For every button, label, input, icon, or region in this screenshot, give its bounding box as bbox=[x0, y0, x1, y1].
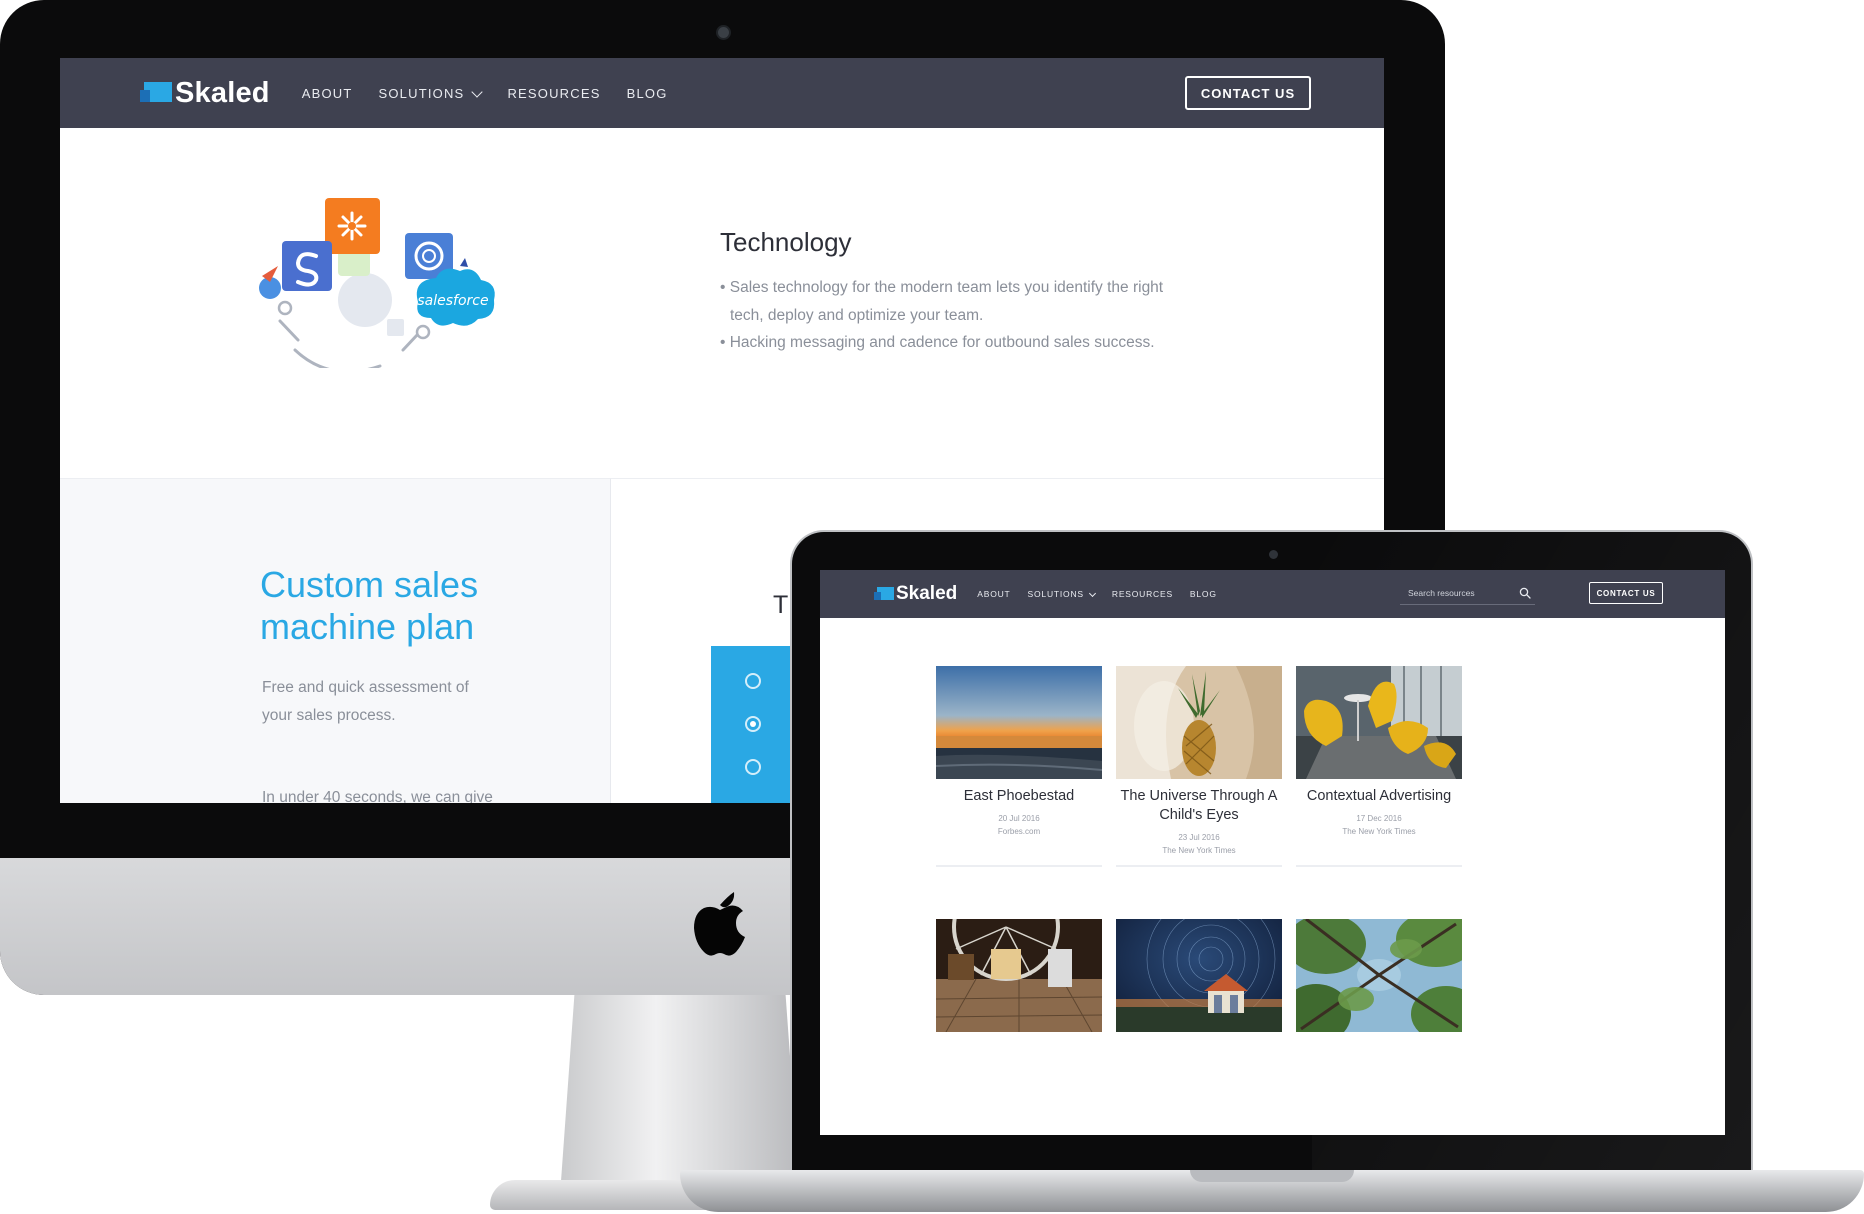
chevron-down-icon bbox=[471, 85, 484, 98]
card-date: 23 Jul 2016 bbox=[1178, 833, 1220, 842]
card-image-gazebo-night bbox=[1116, 919, 1282, 1032]
macbook-opening-notch bbox=[1190, 1170, 1354, 1182]
search-box bbox=[1400, 582, 1535, 605]
macbook-base bbox=[680, 1170, 1864, 1212]
technology-illustration: salesforce bbox=[259, 198, 495, 368]
card-source: The New York Times bbox=[1162, 846, 1236, 855]
skaled-logo-icon bbox=[874, 587, 894, 601]
nav-blog[interactable]: BLOG bbox=[627, 86, 668, 101]
card-date: 20 Jul 2016 bbox=[998, 814, 1040, 823]
salesforce-text: salesforce bbox=[417, 293, 488, 309]
plan-description-2: In under 40 seconds, we can give you a q… bbox=[262, 789, 493, 803]
skaled-logo[interactable]: Skaled bbox=[874, 583, 957, 605]
macbook-screen: Skaled ABOUT SOLUTIONS RESOURCES BLOG CO… bbox=[820, 570, 1725, 1135]
nav-solutions[interactable]: SOLUTIONS bbox=[378, 85, 484, 101]
card-source: The New York Times bbox=[1342, 827, 1416, 836]
logo-text: Skaled bbox=[175, 76, 270, 109]
nav-links: ABOUT SOLUTIONS RESOURCES BLOG bbox=[302, 86, 694, 101]
card-image-yellow-chairs bbox=[1296, 666, 1462, 779]
card-divider bbox=[936, 865, 1102, 867]
quiz-option-radio[interactable] bbox=[745, 673, 761, 689]
search-input[interactable] bbox=[1400, 588, 1518, 598]
plan-title: Custom sales machine plan bbox=[260, 564, 479, 647]
logo-text: Skaled bbox=[896, 583, 958, 604]
technology-bullet: • Hacking messaging and cadence for outb… bbox=[720, 334, 1155, 351]
card-divider bbox=[1296, 865, 1462, 867]
card-image-tree-canopy bbox=[1296, 919, 1462, 1032]
technology-bullet: • Sales technology for the modern team l… bbox=[720, 279, 1164, 324]
card-image-sunset-beach bbox=[936, 666, 1102, 779]
card-title: The Universe Through A Child's Eyes bbox=[1120, 788, 1278, 823]
card-title: East Phoebestad bbox=[963, 788, 1075, 804]
nav-resources[interactable]: RESOURCES bbox=[1112, 589, 1173, 599]
macbook-camera bbox=[1269, 550, 1278, 559]
imac-stand-neck bbox=[560, 995, 800, 1195]
nav-blog[interactable]: BLOG bbox=[1190, 589, 1217, 599]
nav-about[interactable]: ABOUT bbox=[977, 589, 1010, 599]
resource-card[interactable] bbox=[1296, 919, 1462, 1032]
macbook-lid: Skaled ABOUT SOLUTIONS RESOURCES BLOG CO… bbox=[790, 530, 1753, 1170]
quiz-option-radio[interactable] bbox=[745, 759, 761, 775]
technology-title: Technology bbox=[720, 227, 852, 257]
apple-logo-icon bbox=[694, 892, 745, 956]
nav-solutions[interactable]: SOLUTIONS bbox=[1027, 589, 1096, 599]
skaled-logo-icon bbox=[140, 82, 172, 104]
nav-solutions-label: SOLUTIONS bbox=[1027, 589, 1084, 599]
search-icon[interactable] bbox=[1519, 587, 1531, 599]
quiz-heading: T bbox=[773, 591, 789, 619]
card-image-pineapple-sand bbox=[1116, 666, 1282, 779]
resources-nav: Skaled ABOUT SOLUTIONS RESOURCES BLOG CO… bbox=[820, 570, 1725, 618]
custom-plan-section: Custom sales machine plan Free and quick… bbox=[60, 478, 611, 803]
nav-links: ABOUT SOLUTIONS RESOURCES BLOG bbox=[977, 589, 1233, 599]
nav-solutions-label: SOLUTIONS bbox=[378, 85, 465, 101]
contact-us-button[interactable]: CONTACT US bbox=[1185, 76, 1311, 110]
card-date: 17 Dec 2016 bbox=[1356, 814, 1402, 823]
technology-section: salesforce Technology • Sales technology… bbox=[60, 128, 1384, 478]
resource-card[interactable] bbox=[936, 919, 1102, 1032]
main-nav: Skaled ABOUT SOLUTIONS RESOURCES BLOG CO… bbox=[60, 58, 1384, 128]
chevron-down-icon bbox=[1088, 589, 1096, 597]
contact-us-button[interactable]: CONTACT US bbox=[1589, 582, 1663, 604]
resource-card[interactable]: East Phoebestad 20 Jul 2016 Forbes.com bbox=[936, 666, 1102, 867]
card-image-ferris-wheel bbox=[936, 919, 1102, 1032]
resource-card[interactable]: The Universe Through A Child's Eyes 23 J… bbox=[1116, 666, 1282, 867]
nav-about[interactable]: ABOUT bbox=[302, 86, 353, 101]
card-title: Contextual Advertising bbox=[1306, 788, 1452, 804]
plan-description: Free and quick assessment of your sales … bbox=[262, 679, 469, 724]
technology-bullets: • Sales technology for the modern team l… bbox=[720, 274, 1170, 357]
quiz-option-radio-selected[interactable] bbox=[745, 716, 761, 732]
imac-camera bbox=[716, 25, 731, 40]
card-source: Forbes.com bbox=[997, 827, 1041, 836]
resource-card[interactable]: Contextual Advertising 17 Dec 2016 The N… bbox=[1296, 666, 1462, 867]
nav-resources[interactable]: RESOURCES bbox=[507, 86, 600, 101]
resource-card[interactable] bbox=[1116, 919, 1282, 1032]
card-divider bbox=[1116, 865, 1282, 867]
skaled-logo[interactable]: Skaled bbox=[140, 77, 270, 110]
